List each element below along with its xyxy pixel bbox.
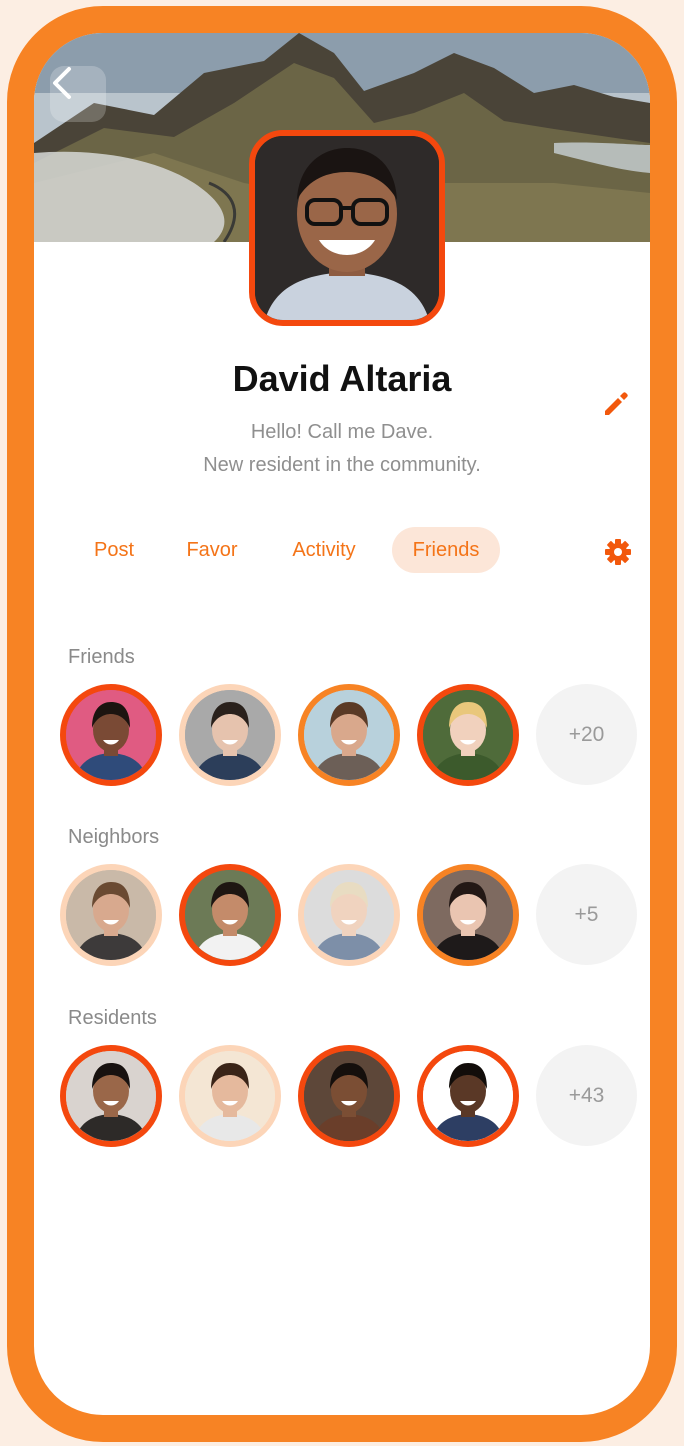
profile-avatar[interactable]: [249, 130, 445, 326]
more-neighbors-button[interactable]: +5: [536, 864, 637, 965]
gear-icon[interactable]: [604, 538, 632, 566]
back-button[interactable]: [50, 66, 106, 122]
avatar-portrait-image: [304, 870, 394, 960]
friend-avatar[interactable]: [179, 684, 281, 786]
chevron-left-icon: [53, 67, 71, 99]
pencil-icon[interactable]: [601, 389, 631, 419]
friend-avatar[interactable]: [60, 684, 162, 786]
avatar-portrait-image: [423, 690, 513, 780]
profile-tabs: Post Favor Activity Friends: [34, 527, 650, 573]
avatar-portrait-image: [185, 870, 275, 960]
more-friends-button[interactable]: +20: [536, 684, 637, 785]
avatar-portrait-image: [66, 690, 156, 780]
avatar-portrait-image: [423, 1051, 513, 1141]
more-residents-button[interactable]: +43: [536, 1045, 637, 1146]
avatar-portrait-image: [423, 870, 513, 960]
friends-row: +20: [60, 684, 640, 786]
section-title-friends: Friends: [68, 646, 135, 668]
friend-avatar[interactable]: [298, 684, 400, 786]
section-title-residents: Residents: [68, 1007, 157, 1029]
tab-favor[interactable]: Favor: [172, 527, 252, 573]
friend-avatar[interactable]: [417, 684, 519, 786]
avatar-portrait-image: [185, 1051, 275, 1141]
profile-bio-line-1: Hello! Call me Dave.: [250, 421, 434, 443]
resident-avatar[interactable]: [60, 1045, 162, 1147]
phone-frame: David Altaria Hello! Call me Dave. New r…: [7, 6, 677, 1442]
resident-avatar[interactable]: [179, 1045, 281, 1147]
section-title-neighbors: Neighbors: [68, 826, 160, 848]
neighbor-avatar[interactable]: [417, 864, 519, 966]
profile-name: David Altaria: [232, 358, 452, 399]
tab-activity[interactable]: Activity: [274, 527, 374, 573]
avatar-portrait-image: [66, 870, 156, 960]
resident-avatar[interactable]: [417, 1045, 519, 1147]
avatar-portrait-image: [304, 690, 394, 780]
avatar-portrait-image: [66, 1051, 156, 1141]
neighbors-row: +5: [60, 864, 640, 966]
avatar-portrait-image: [304, 1051, 394, 1141]
profile-bio-line-2: New resident in the community.: [203, 454, 481, 476]
avatar-portrait-image: [185, 690, 275, 780]
residents-row: +43: [60, 1045, 640, 1147]
neighbor-avatar[interactable]: [179, 864, 281, 966]
tab-post[interactable]: Post: [74, 527, 154, 573]
neighbor-avatar[interactable]: [60, 864, 162, 966]
tab-friends[interactable]: Friends: [392, 527, 500, 573]
profile-avatar-image: [255, 136, 439, 320]
neighbor-avatar[interactable]: [298, 864, 400, 966]
resident-avatar[interactable]: [298, 1045, 400, 1147]
